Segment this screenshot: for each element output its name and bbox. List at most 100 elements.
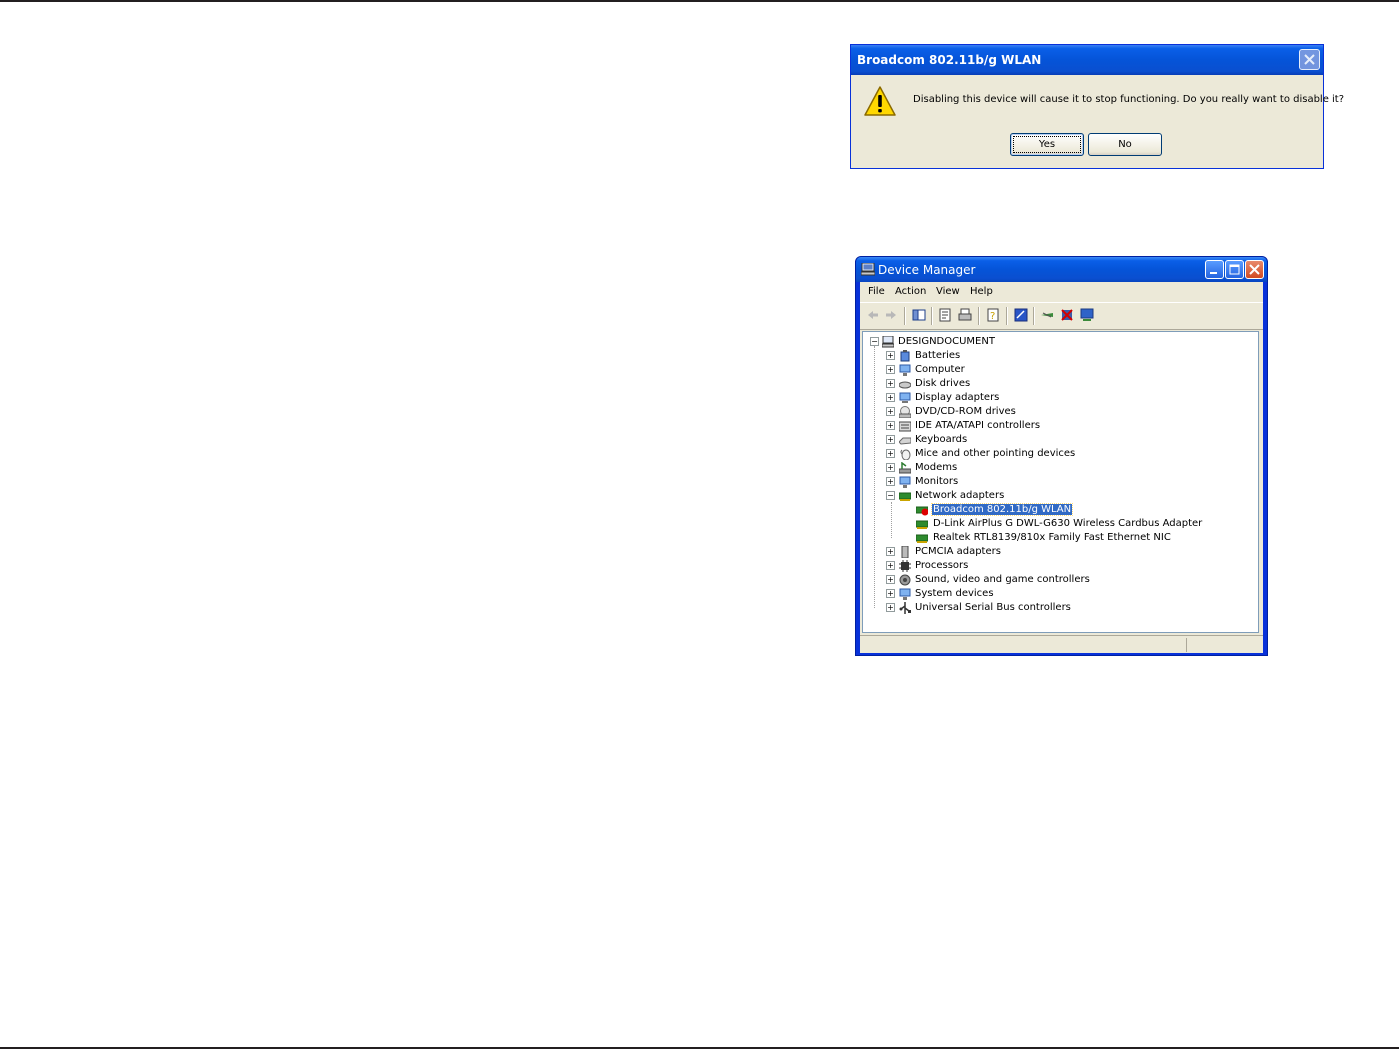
status-bar-divider [1186,638,1187,652]
expand-toggle[interactable]: + [886,589,895,598]
window-client-area: File Action View Help ? − DESIGNDOCUMENT… [860,282,1263,653]
no-button[interactable]: No [1088,133,1162,156]
expand-toggle[interactable]: + [886,379,895,388]
toolbar-separator [1006,307,1008,325]
tree-item-ide-controllers[interactable]: IDE ATA/ATAPI controllers [915,420,1040,432]
tree-item-disk-drives[interactable]: Disk drives [915,378,970,390]
tree-item-processors[interactable]: Processors [915,560,968,572]
collapse-toggle[interactable]: − [886,491,895,500]
dialog-close-button[interactable] [1299,49,1320,70]
tree-item-dvd-cd-rom-drives[interactable]: DVD/CD-ROM drives [915,406,1016,418]
scan-hardware-icon[interactable] [1014,308,1028,322]
menu-bar: File Action View Help [860,282,1263,302]
expand-toggle[interactable]: + [886,463,895,472]
properties-icon[interactable] [938,308,952,322]
expand-toggle[interactable]: + [886,365,895,374]
tree-item-usb-controllers[interactable]: Universal Serial Bus controllers [915,602,1071,614]
menu-help[interactable]: Help [970,286,993,297]
monitor-icon [899,476,911,488]
bottom-rule [0,1047,1399,1049]
disabled-network-adapter-icon [916,506,928,516]
tree-item-pcmcia-adapters[interactable]: PCMCIA adapters [915,546,1001,558]
tree-item-mice[interactable]: Mice and other pointing devices [915,448,1075,460]
tree-line [874,346,875,608]
network-adapter-icon [899,492,911,501]
window-title: Device Manager [878,263,976,277]
toolbar: ? [860,302,1263,330]
display-adapter-icon [899,392,911,403]
tree-item-computer[interactable]: Computer [915,364,965,376]
sound-icon [899,574,911,586]
expand-toggle[interactable]: + [886,393,895,402]
close-icon [1249,264,1260,275]
expand-toggle[interactable]: + [886,547,895,556]
update-driver-icon[interactable] [1040,308,1054,322]
disk-drive-icon [899,381,911,389]
disable-device-dialog: Broadcom 802.11b/g WLAN Disabling this d… [850,44,1344,169]
maximize-button[interactable] [1225,260,1244,279]
usb-icon [899,602,911,614]
computer-category-icon [899,364,911,376]
warning-icon [864,86,896,116]
maximize-icon [1229,264,1240,275]
dvd-drive-icon [899,406,911,418]
tree-item-broadcom-wlan[interactable]: Broadcom 802.11b/g WLAN [930,503,1074,516]
window-close-button[interactable] [1245,260,1264,279]
keyboard-icon [899,437,911,445]
device-tree: − DESIGNDOCUMENT + Batteries + Computer … [862,331,1259,633]
tree-item-network-adapters[interactable]: Network adapters [915,490,1004,502]
svg-text:?: ? [990,311,995,322]
ide-controller-icon [899,421,911,432]
expand-toggle[interactable]: + [886,575,895,584]
forward-arrow-icon[interactable] [884,308,898,322]
selected-item-label: Broadcom 802.11b/g WLAN [930,503,1074,516]
close-icon [1304,54,1315,65]
disable-device-icon[interactable] [1080,308,1094,322]
help-icon[interactable]: ? [986,308,1000,322]
menu-file[interactable]: File [868,286,885,297]
tree-line [891,502,892,538]
computer-icon [882,336,894,348]
processor-icon [899,560,911,572]
tree-item-system-devices[interactable]: System devices [915,588,994,600]
network-adapter-icon [916,520,928,529]
collapse-toggle[interactable]: − [870,337,879,346]
yes-button[interactable]: Yes [1010,133,1084,156]
expand-toggle[interactable]: + [886,421,895,430]
window-title-bar: Device Manager [856,257,1267,282]
tree-item-dlink-adapter[interactable]: D-Link AirPlus G DWL-G630 Wireless Cardb… [933,518,1202,530]
system-devices-icon [899,588,911,600]
tree-item-realtek-nic[interactable]: Realtek RTL8139/810x Family Fast Etherne… [933,532,1171,544]
tree-item-keyboards[interactable]: Keyboards [915,434,967,446]
status-bar [860,635,1263,654]
uninstall-icon[interactable] [1060,308,1074,322]
expand-toggle[interactable]: + [886,449,895,458]
dialog-title: Broadcom 802.11b/g WLAN [857,53,1042,67]
device-manager-icon [861,263,875,276]
top-rule [0,0,1399,2]
expand-toggle[interactable]: + [886,603,895,612]
tree-item-display-adapters[interactable]: Display adapters [915,392,999,404]
expand-toggle[interactable]: + [886,407,895,416]
tree-item-modems[interactable]: Modems [915,462,957,474]
menu-action[interactable]: Action [895,286,926,297]
expand-toggle[interactable]: + [886,435,895,444]
expand-toggle[interactable]: + [886,351,895,360]
expand-toggle[interactable]: + [886,561,895,570]
network-adapter-icon [916,534,928,543]
menu-view[interactable]: View [936,286,960,297]
expand-toggle[interactable]: + [886,477,895,486]
dialog-title-bar: Broadcom 802.11b/g WLAN [851,45,1323,75]
modem-icon [899,462,911,474]
tree-root-label[interactable]: DESIGNDOCUMENT [898,336,995,348]
tree-item-sound-video-game[interactable]: Sound, video and game controllers [915,574,1090,586]
toolbar-separator [1033,307,1035,325]
toolbar-separator [978,307,980,325]
print-icon[interactable] [958,308,972,322]
show-hide-console-tree-icon[interactable] [912,308,926,322]
tree-item-monitors[interactable]: Monitors [915,476,958,488]
back-arrow-icon[interactable] [866,308,880,322]
dialog-message: Disabling this device will cause it to s… [913,94,1345,105]
tree-item-batteries[interactable]: Batteries [915,350,960,362]
minimize-button[interactable] [1205,260,1224,279]
